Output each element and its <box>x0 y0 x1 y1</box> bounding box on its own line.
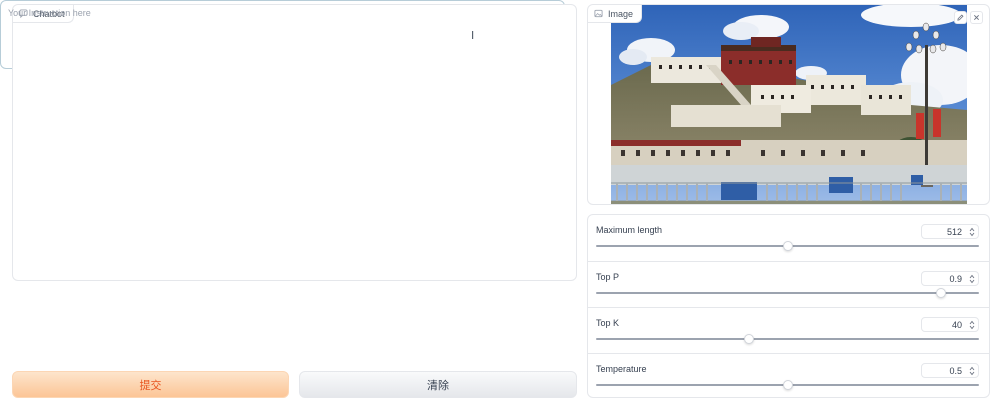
uploaded-photo <box>611 5 967 204</box>
max-length-control: Maximum length 512 <box>588 215 989 261</box>
image-label-text: Image <box>608 8 634 19</box>
temperature-value: 0.5 <box>949 365 962 376</box>
submit-button-label: 提交 <box>139 379 162 392</box>
top-p-slider-thumb[interactable] <box>935 288 946 298</box>
pencil-icon <box>957 14 964 21</box>
text-cursor-icon: I <box>471 29 475 42</box>
max-length-slider[interactable] <box>596 241 979 251</box>
top-p-number-input[interactable]: 0.9 <box>921 271 979 286</box>
top-k-label: Top K <box>596 318 620 328</box>
temperature-slider[interactable] <box>596 380 979 390</box>
spinner-arrows-icon[interactable] <box>969 320 975 330</box>
spinner-arrows-icon[interactable] <box>969 274 975 284</box>
edit-image-button[interactable] <box>954 11 967 24</box>
top-k-number-input[interactable]: 40 <box>921 317 979 332</box>
top-p-control: Top P 0.9 <box>588 261 989 307</box>
image-icon <box>594 9 603 18</box>
max-length-label: Maximum length <box>596 225 663 235</box>
top-k-slider[interactable] <box>596 334 979 344</box>
clear-image-button[interactable] <box>970 11 983 24</box>
max-length-slider-thumb[interactable] <box>782 241 793 251</box>
close-icon <box>973 14 980 21</box>
top-p-label: Top P <box>596 272 620 282</box>
top-p-value: 0.9 <box>949 273 962 284</box>
clear-button-label: 清除 <box>427 379 449 392</box>
max-length-number-input[interactable]: 512 <box>921 224 979 239</box>
temperature-label: Temperature <box>596 364 647 374</box>
top-k-control: Top K 40 <box>588 307 989 353</box>
clear-button[interactable]: 清除 <box>299 371 577 398</box>
max-length-value: 512 <box>946 226 962 237</box>
instruction-field[interactable]: I <box>0 0 1000 413</box>
image-label: Image <box>588 5 643 23</box>
top-k-slider-thumb[interactable] <box>744 334 755 344</box>
image-panel: Image <box>587 4 990 205</box>
spinner-arrows-icon[interactable] <box>969 227 975 237</box>
temperature-control: Temperature 0.5 <box>588 353 989 399</box>
temperature-number-input[interactable]: 0.5 <box>921 363 979 378</box>
temperature-slider-thumb[interactable] <box>782 380 793 390</box>
spinner-arrows-icon[interactable] <box>969 366 975 376</box>
submit-button[interactable]: 提交 <box>12 371 289 398</box>
top-p-slider[interactable] <box>596 288 979 298</box>
top-k-value: 40 <box>951 319 962 330</box>
parameters-panel: Maximum length 512 Top P 0.9 Top K 40 Te… <box>587 214 990 398</box>
